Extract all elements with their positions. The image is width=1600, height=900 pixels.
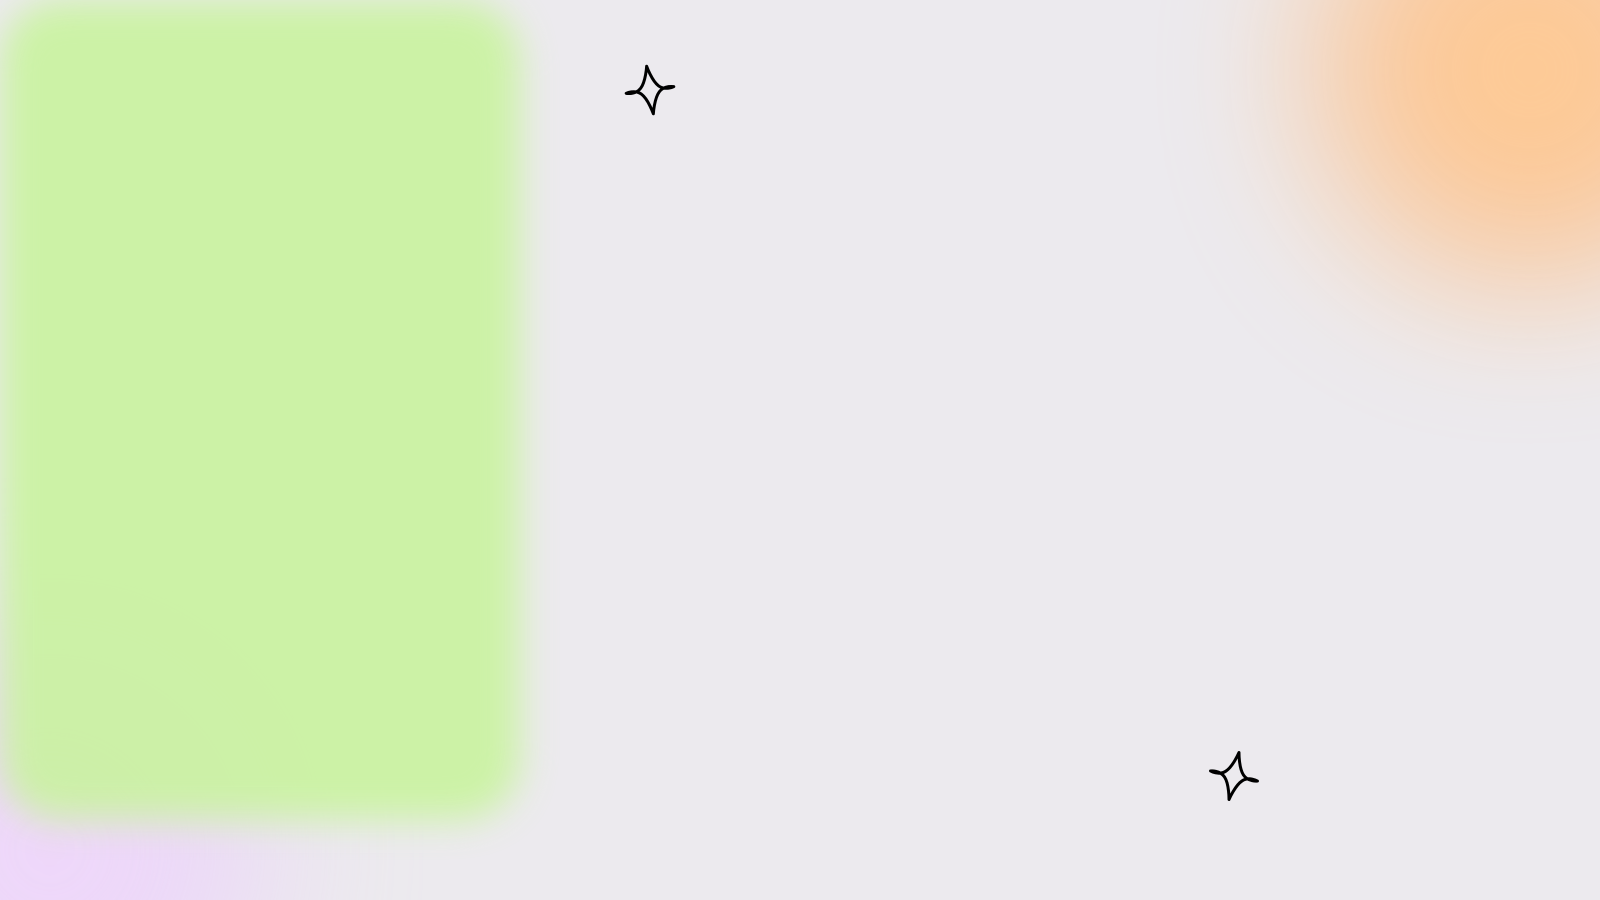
sparkle-icon (1208, 750, 1260, 802)
decorative-blob-top-right (1320, 0, 1600, 280)
decorative-green-glow (0, 0, 520, 820)
sparkle-icon (624, 64, 676, 116)
